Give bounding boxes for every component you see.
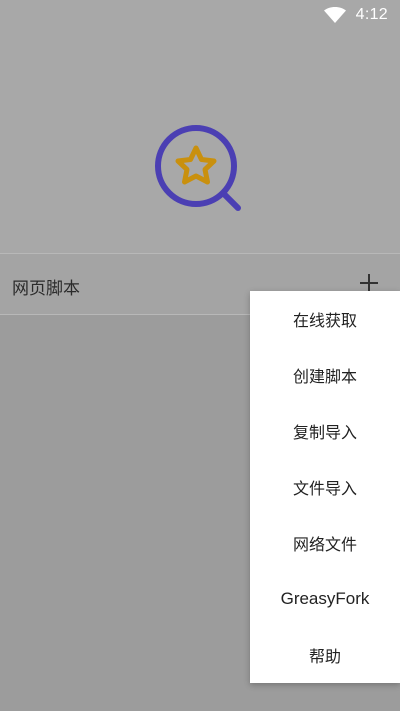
menu-item-help[interactable]: 帮助 xyxy=(250,627,400,683)
menu-item-copy-import[interactable]: 复制导入 xyxy=(250,403,400,459)
menu-item-greasyfork[interactable]: GreasyFork xyxy=(250,571,400,627)
menu-item-create-script[interactable]: 创建脚本 xyxy=(250,347,400,403)
wifi-icon xyxy=(323,7,346,23)
header-area xyxy=(0,0,400,253)
scripts-section-title: 网页脚本 xyxy=(12,279,80,299)
status-bar: 4:12 xyxy=(0,0,400,30)
status-time: 4:12 xyxy=(355,6,388,23)
search-star-logo-icon xyxy=(155,125,241,211)
add-script-popup-menu: 在线获取 创建脚本 复制导入 文件导入 网络文件 GreasyFork 帮助 xyxy=(250,291,400,683)
menu-item-online-fetch[interactable]: 在线获取 xyxy=(250,291,400,347)
menu-item-network-file[interactable]: 网络文件 xyxy=(250,515,400,571)
menu-item-file-import[interactable]: 文件导入 xyxy=(250,459,400,515)
